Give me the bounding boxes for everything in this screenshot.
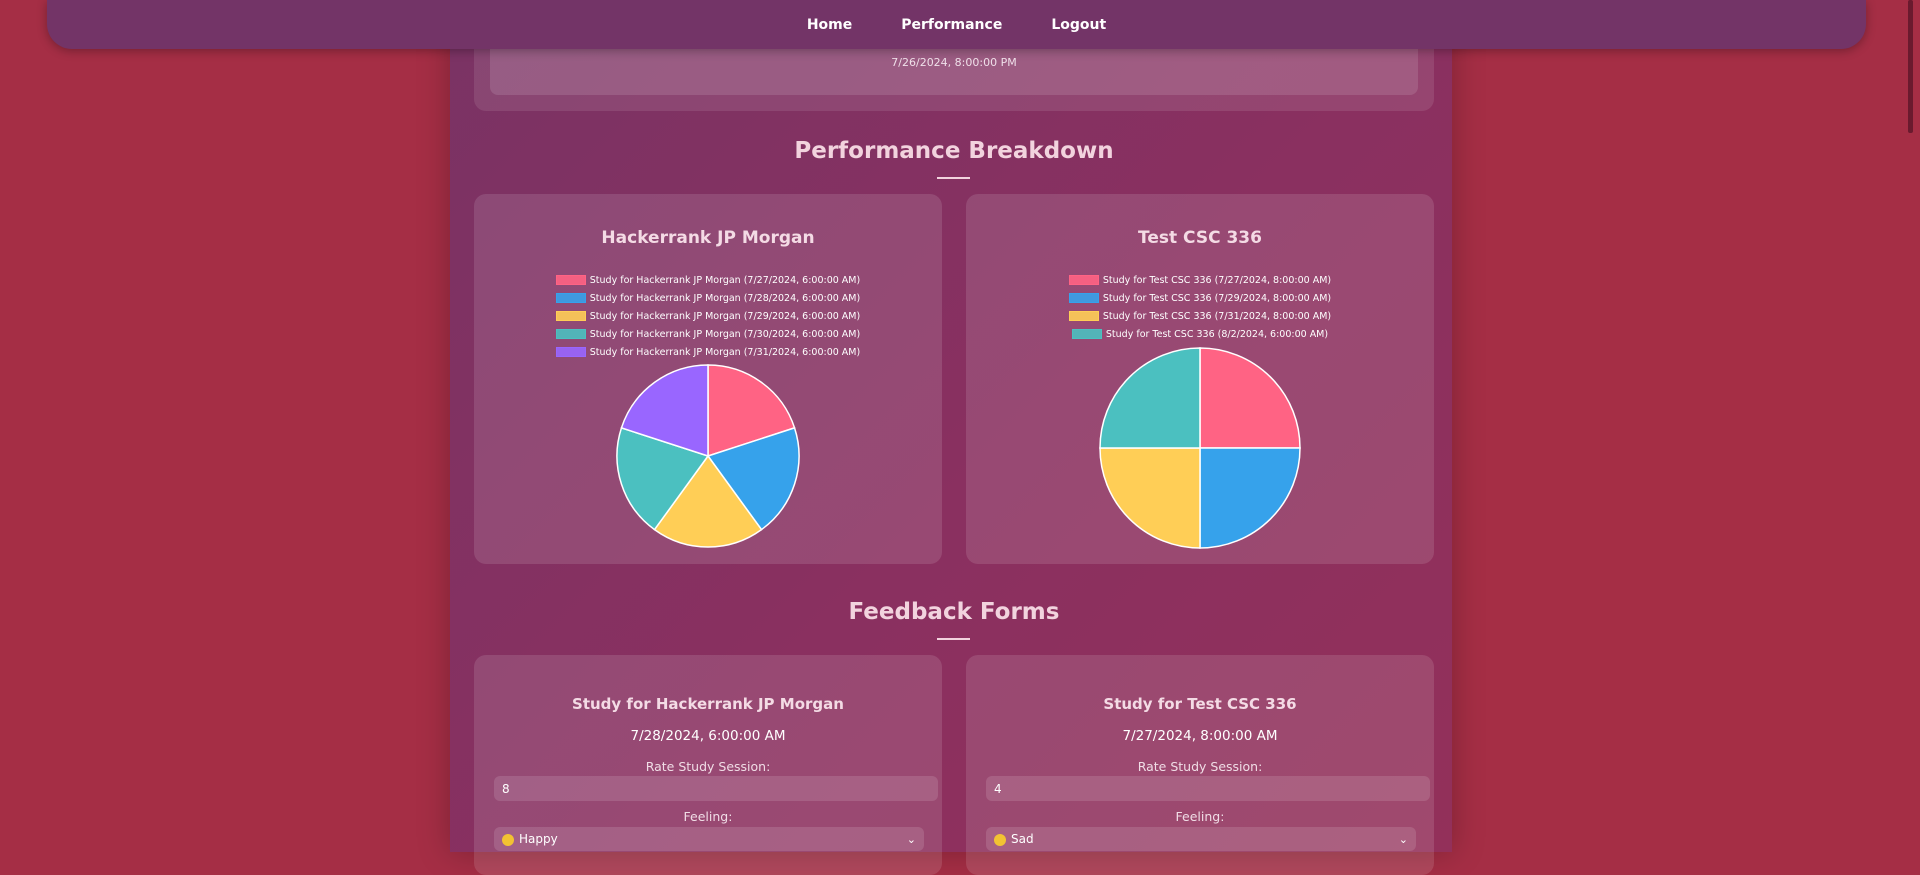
legend-label: Study for Hackerrank JP Morgan (7/29/202…: [589, 310, 861, 322]
pie-chart-csc336[interactable]: [1098, 346, 1302, 550]
pie-chart-hackerrank[interactable]: [615, 363, 801, 549]
chevron-down-icon: ⌄: [906, 832, 916, 846]
rate-input[interactable]: [494, 776, 938, 801]
legend-item[interactable]: Study for Test CSC 336 (7/27/2024, 8:00:…: [966, 271, 1434, 289]
feeling-label: Feeling:: [1175, 809, 1225, 824]
legend-label: Study for Hackerrank JP Morgan (7/31/202…: [589, 346, 861, 358]
legend-item[interactable]: Study for Hackerrank JP Morgan (7/30/202…: [474, 325, 942, 343]
chevron-down-icon: ⌄: [1398, 832, 1408, 846]
navbar: Home Performance Logout: [47, 0, 1866, 49]
legend-item[interactable]: Study for Test CSC 336 (8/2/2024, 6:00:0…: [966, 325, 1434, 343]
legend-swatch: [555, 293, 586, 303]
legend-label: Study for Test CSC 336 (7/27/2024, 8:00:…: [1102, 274, 1332, 286]
pie-slice[interactable]: [1199, 347, 1301, 449]
legend-swatch: [555, 311, 586, 321]
legend-swatch: [555, 275, 586, 285]
legend-label: Study for Test CSC 336 (7/31/2024, 8:00:…: [1102, 310, 1332, 322]
feedback-form-title: Study for Test CSC 336: [1103, 695, 1297, 713]
legend-swatch: [555, 347, 586, 357]
session-date: 7/26/2024, 8:00:00 PM: [891, 56, 1017, 69]
feeling-value: Happy: [519, 832, 558, 846]
pie-slice[interactable]: [1199, 447, 1301, 549]
legend-swatch: [555, 329, 586, 339]
legend-label: Study for Hackerrank JP Morgan (7/30/202…: [589, 328, 861, 340]
sad-face-icon: [994, 833, 1006, 846]
chart-card-csc336: Test CSC 336 Study for Test CSC 336 (7/2…: [966, 194, 1434, 564]
legend-swatch: [1068, 311, 1099, 321]
legend-swatch: [1071, 329, 1102, 339]
happy-face-icon: [502, 833, 514, 846]
nav-home-link[interactable]: Home: [807, 17, 852, 33]
feedback-section-title: Feedback Forms: [848, 599, 1060, 625]
legend-item[interactable]: Study for Test CSC 336 (7/29/2024, 8:00:…: [966, 289, 1434, 307]
legend-label: Study for Test CSC 336 (7/29/2024, 8:00:…: [1102, 292, 1332, 304]
pie-slice[interactable]: [1099, 447, 1201, 549]
feeling-value: Sad: [1011, 832, 1034, 846]
chart-title: Test CSC 336: [1138, 228, 1262, 248]
feedback-form-title: Study for Hackerrank JP Morgan: [572, 695, 844, 713]
chart-legend: Study for Hackerrank JP Morgan (7/27/202…: [474, 271, 942, 361]
rate-label: Rate Study Session:: [645, 759, 771, 774]
chart-title: Hackerrank JP Morgan: [601, 228, 815, 248]
legend-item[interactable]: Study for Hackerrank JP Morgan (7/31/202…: [474, 343, 942, 361]
rate-input[interactable]: [986, 776, 1430, 801]
feeling-label: Feeling:: [683, 809, 733, 824]
feedback-form-date: 7/27/2024, 8:00:00 AM: [1122, 728, 1278, 744]
scrollbar-thumb[interactable]: [1908, 0, 1913, 133]
legend-label: Study for Test CSC 336 (8/2/2024, 6:00:0…: [1105, 328, 1329, 340]
legend-swatch: [1068, 275, 1099, 285]
nav-logout-link[interactable]: Logout: [1051, 17, 1106, 33]
performance-title-underline: [937, 177, 970, 179]
feedback-form-hackerrank: Study for Hackerrank JP Morgan 7/28/2024…: [474, 655, 942, 875]
legend-swatch: [1068, 293, 1099, 303]
performance-section-title: Performance Breakdown: [794, 138, 1114, 164]
feedback-title-underline: [937, 638, 970, 640]
legend-item[interactable]: Study for Hackerrank JP Morgan (7/29/202…: [474, 307, 942, 325]
rate-label: Rate Study Session:: [1137, 759, 1263, 774]
legend-label: Study for Hackerrank JP Morgan (7/27/202…: [589, 274, 861, 286]
feeling-select[interactable]: Happy ⌄: [494, 827, 924, 851]
feedback-form-csc336: Study for Test CSC 336 7/27/2024, 8:00:0…: [966, 655, 1434, 875]
legend-item[interactable]: Study for Hackerrank JP Morgan (7/27/202…: [474, 271, 942, 289]
nav-performance-link[interactable]: Performance: [901, 17, 1002, 33]
legend-item[interactable]: Study for Hackerrank JP Morgan (7/28/202…: [474, 289, 942, 307]
legend-item[interactable]: Study for Test CSC 336 (7/31/2024, 8:00:…: [966, 307, 1434, 325]
feeling-select[interactable]: Sad ⌄: [986, 827, 1416, 851]
chart-card-hackerrank: Hackerrank JP Morgan Study for Hackerran…: [474, 194, 942, 564]
pie-slice[interactable]: [1099, 347, 1201, 449]
legend-label: Study for Hackerrank JP Morgan (7/28/202…: [589, 292, 861, 304]
feedback-form-date: 7/28/2024, 6:00:00 AM: [630, 728, 786, 744]
chart-legend: Study for Test CSC 336 (7/27/2024, 8:00:…: [966, 271, 1434, 343]
